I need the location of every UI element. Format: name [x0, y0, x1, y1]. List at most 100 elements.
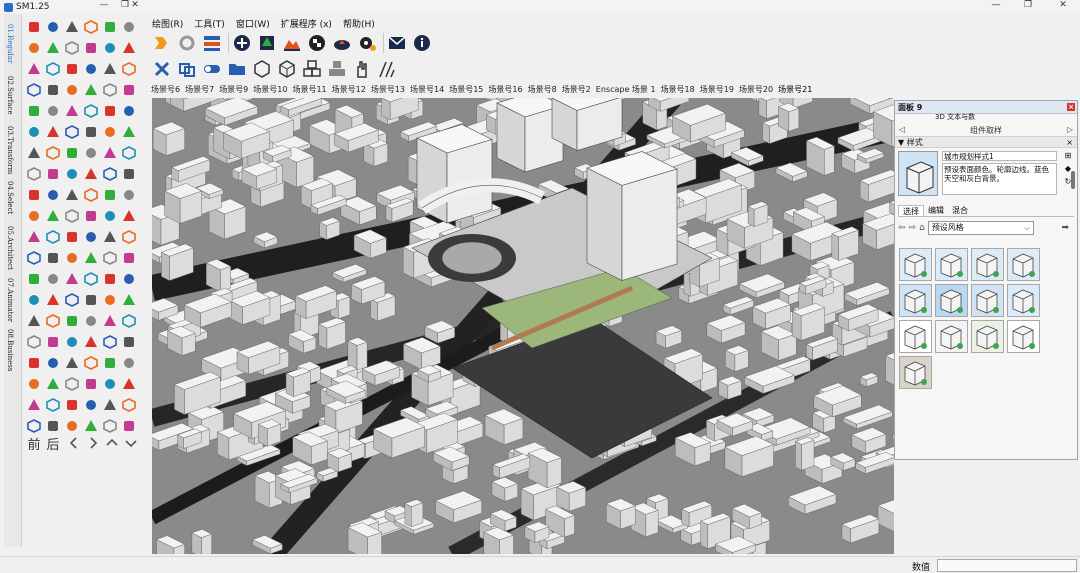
- orbit-icon[interactable]: [84, 104, 98, 118]
- tab-regular[interactable]: 01.Regular: [6, 24, 14, 63]
- arrow-down-icon[interactable]: [124, 436, 138, 450]
- offset-icon[interactable]: [46, 419, 60, 433]
- scene-tab[interactable]: 场景号13: [371, 84, 405, 95]
- offset-icon[interactable]: [46, 83, 60, 97]
- push-pull-icon[interactable]: [122, 188, 136, 202]
- dimension-icon[interactable]: [103, 314, 117, 328]
- style-thumbnail[interactable]: [935, 320, 968, 353]
- arc-icon[interactable]: [84, 62, 98, 76]
- scale-icon[interactable]: [46, 41, 60, 55]
- polygon-icon[interactable]: [103, 293, 117, 307]
- magic-wand-icon[interactable]: [122, 230, 136, 244]
- axes-icon[interactable]: [122, 419, 136, 433]
- tape-measure-icon[interactable]: [103, 41, 117, 55]
- scene-tab[interactable]: 场景号9: [219, 84, 248, 95]
- magic-wand-icon[interactable]: [46, 20, 60, 34]
- tab-select-style[interactable]: 选择: [898, 205, 924, 216]
- scene-tab[interactable]: 场景号10: [253, 84, 287, 95]
- style-thumbnail[interactable]: [899, 284, 932, 317]
- rotate-icon[interactable]: [27, 41, 41, 55]
- follow-me-icon[interactable]: [103, 188, 117, 202]
- follow-me-icon[interactable]: [27, 314, 41, 328]
- rotate-icon[interactable]: [103, 251, 117, 265]
- style-thumbnail[interactable]: [971, 284, 1004, 317]
- camera-icon[interactable]: [46, 125, 60, 139]
- pencil-icon[interactable]: [103, 167, 117, 181]
- add-icon[interactable]: [231, 32, 253, 54]
- settings-icon[interactable]: [84, 20, 98, 34]
- nav-next-button[interactable]: 后: [46, 436, 60, 453]
- scene-tab[interactable]: 场景号15: [449, 84, 483, 95]
- tape-measure-icon[interactable]: [27, 167, 41, 181]
- window-close-button[interactable]: ✕: [1054, 0, 1072, 10]
- section-close-icon[interactable]: ×: [1066, 138, 1073, 147]
- search-icon[interactable]: [65, 20, 79, 34]
- scale-icon[interactable]: [84, 146, 98, 160]
- back-arrow-icon[interactable]: ⇦: [898, 223, 906, 233]
- cloud-upload-icon[interactable]: [331, 32, 353, 54]
- toggle-icon[interactable]: [201, 58, 223, 80]
- scene-tab[interactable]: 场景号14: [410, 84, 444, 95]
- arrow-select-icon[interactable]: [46, 62, 60, 76]
- dimension-icon[interactable]: [65, 209, 79, 223]
- cube-icon[interactable]: [103, 356, 117, 370]
- model-viewport[interactable]: [152, 98, 894, 554]
- section-icon[interactable]: [65, 104, 79, 118]
- redo-icon[interactable]: [27, 62, 41, 76]
- hand-select-icon[interactable]: [351, 58, 373, 80]
- style-thumbnail[interactable]: [971, 248, 1004, 281]
- rectangle-icon[interactable]: [103, 398, 117, 412]
- style-thumbnail[interactable]: [899, 356, 932, 389]
- pin-icon[interactable]: [103, 230, 117, 244]
- style-collection-dropdown[interactable]: 预设风格 ⌵: [927, 221, 1034, 235]
- protractor-icon[interactable]: [122, 314, 136, 328]
- undo-icon[interactable]: [46, 167, 60, 181]
- chevron-right-icon[interactable]: [86, 436, 100, 450]
- window-minimize-button[interactable]: —: [987, 0, 1005, 10]
- redo-icon[interactable]: [65, 167, 79, 181]
- scene-tab[interactable]: 场景号11: [292, 84, 326, 95]
- style-thumbnail[interactable]: [935, 248, 968, 281]
- window-maximize-button[interactable]: ❐: [1019, 0, 1037, 10]
- arrow-select-icon[interactable]: [84, 167, 98, 181]
- style-thumbnail[interactable]: [935, 284, 968, 317]
- chevron-left-icon[interactable]: [67, 436, 81, 450]
- circle-icon[interactable]: [122, 62, 136, 76]
- zoom-icon[interactable]: [84, 335, 98, 349]
- panel-close-icon[interactable]: ×: [1067, 103, 1075, 111]
- camera-icon[interactable]: [122, 335, 136, 349]
- style-thumbnail[interactable]: [1007, 284, 1040, 317]
- tab-select[interactable]: 04.Select: [6, 181, 14, 214]
- search-icon[interactable]: [65, 356, 79, 370]
- scene-tab[interactable]: 场景号21: [778, 84, 812, 95]
- section-icon[interactable]: [103, 209, 117, 223]
- style-thumbnail[interactable]: [899, 320, 932, 353]
- measurements-input[interactable]: [937, 559, 1077, 572]
- text-icon[interactable]: [103, 419, 117, 433]
- undo-icon[interactable]: [122, 377, 136, 391]
- export-icon[interactable]: [151, 32, 173, 54]
- tab-architect[interactable]: 05.Architect: [6, 226, 14, 270]
- arrow-select-icon[interactable]: [46, 398, 60, 412]
- settings-gear-icon[interactable]: [356, 32, 378, 54]
- redo-icon[interactable]: [103, 272, 117, 286]
- details-arrow-icon[interactable]: ➡: [1061, 223, 1069, 233]
- pan-icon[interactable]: [65, 335, 79, 349]
- push-pull-icon[interactable]: [84, 83, 98, 97]
- refresh-icon[interactable]: [176, 32, 198, 54]
- paint-bucket-icon[interactable]: [84, 377, 98, 391]
- scene-tab[interactable]: 场景号7: [185, 84, 214, 95]
- pan-icon[interactable]: [103, 104, 117, 118]
- search-icon[interactable]: [103, 125, 117, 139]
- eraser-icon[interactable]: [65, 377, 79, 391]
- zoom-icon[interactable]: [122, 104, 136, 118]
- rectangle-icon[interactable]: [65, 293, 79, 307]
- walk-icon[interactable]: [65, 230, 79, 244]
- move-icon[interactable]: [84, 251, 98, 265]
- checker-icon[interactable]: [306, 32, 328, 54]
- follow-me-icon[interactable]: [65, 83, 79, 97]
- tab-animator[interactable]: 07.Animator: [6, 278, 14, 322]
- orbit-icon[interactable]: [122, 209, 136, 223]
- offset-icon[interactable]: [122, 293, 136, 307]
- circle-icon[interactable]: [122, 398, 136, 412]
